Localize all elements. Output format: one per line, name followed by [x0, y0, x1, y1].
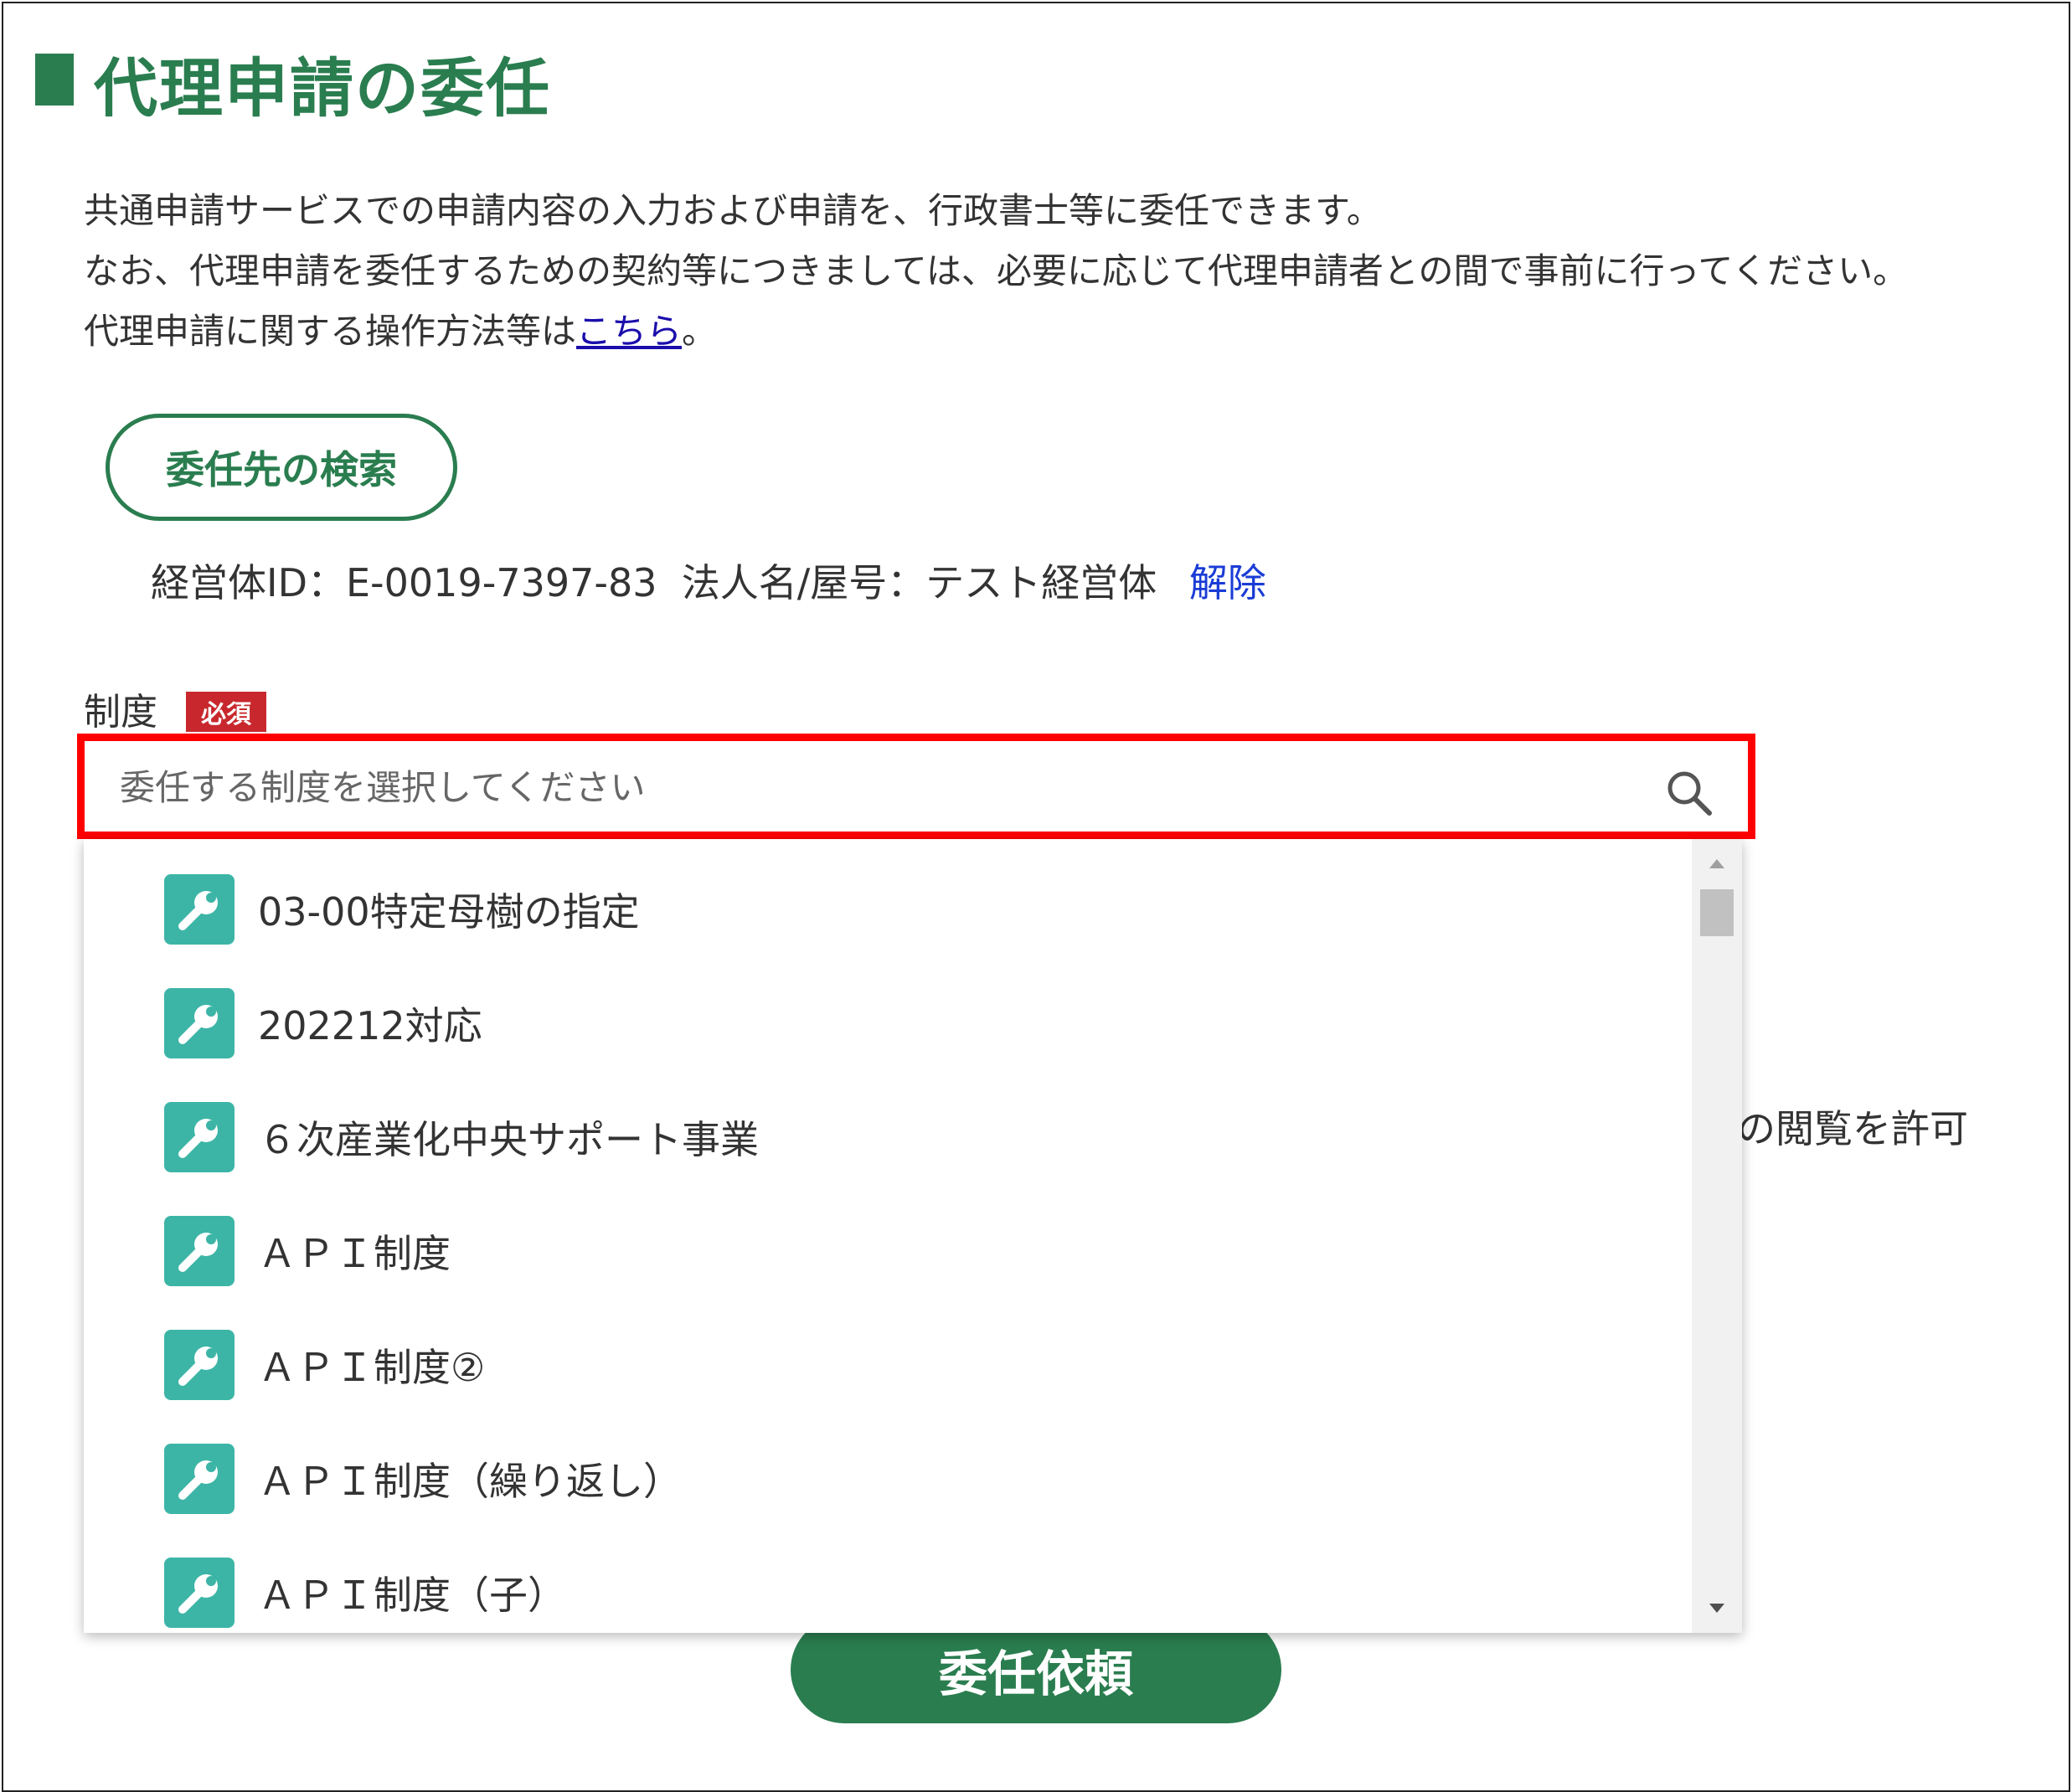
dropdown-item[interactable]: ６次産業化中央サポート事業	[84, 1080, 1692, 1194]
wrench-icon	[164, 1102, 235, 1172]
dropdown-list: 03-00特定母樹の指定 202212対応 ６次産業化中央サポート事業 ＡＰＩ制度 ＡＰ…	[84, 839, 1692, 1633]
title-marker	[35, 54, 74, 106]
seido-dropdown: 03-00特定母樹の指定 202212対応 ６次産業化中央サポート事業 ＡＰＩ制度 ＡＰ…	[84, 839, 1742, 1633]
wrench-icon	[164, 1558, 235, 1628]
help-line-suffix: 。	[682, 311, 718, 352]
scroll-down-arrow-icon[interactable]	[1692, 1596, 1742, 1621]
required-badge: 必須	[186, 692, 266, 732]
wrench-icon	[164, 988, 235, 1058]
selected-delegate-info: 経営体ID：E-0019-7397-83 法人名/屋号：テスト経営体	[151, 560, 1157, 605]
scroll-up-arrow-icon[interactable]	[1692, 851, 1742, 876]
seido-select[interactable]	[77, 734, 1755, 839]
help-line: 代理申請に関する操作方法等はこちら。	[84, 301, 1908, 362]
dropdown-item[interactable]: ＡＰＩ制度②	[84, 1308, 1692, 1422]
description: 共通申請サービスでの申請内容の入力および申請を、行政書士等に委任できます。 なお…	[84, 181, 1908, 362]
permission-text-partial: の閲覧を許可	[1737, 1106, 1968, 1151]
wrench-icon	[164, 1216, 235, 1286]
seido-label: 制度	[84, 691, 157, 734]
page-frame: 代理申請の委任 共通申請サービスでの申請内容の入力および申請を、行政書士等に委任…	[2, 2, 2070, 1792]
dropdown-item-label: ＡＰＩ制度（繰り返し）	[258, 1459, 682, 1504]
dropdown-item[interactable]: 202212対応	[84, 966, 1692, 1080]
dropdown-item[interactable]: 03-00特定母樹の指定	[84, 852, 1692, 966]
dropdown-item-label: 03-00特定母樹の指定	[258, 889, 640, 935]
selected-delegate: 経営体ID：E-0019-7397-83 法人名/屋号：テスト経営体 解除	[151, 553, 1266, 608]
help-link[interactable]: こちら	[576, 311, 682, 352]
dropdown-item-label: ＡＰＩ制度	[258, 1231, 451, 1276]
wrench-icon	[164, 874, 235, 945]
seido-search-input[interactable]	[118, 753, 1629, 821]
search-icon[interactable]	[1664, 768, 1714, 818]
dropdown-item-label: ６次産業化中央サポート事業	[258, 1117, 759, 1162]
dropdown-item-label: ＡＰＩ制度②	[258, 1345, 486, 1390]
dropdown-item-label: 202212対応	[258, 1003, 482, 1048]
dropdown-item-label: ＡＰＩ制度（子）	[258, 1573, 566, 1618]
dropdown-item[interactable]: ＡＰＩ制度（子）	[84, 1536, 1692, 1633]
help-line-prefix: 代理申請に関する操作方法等は	[84, 311, 577, 352]
dropdown-scrollbar[interactable]	[1692, 839, 1742, 1633]
delegate-search-button[interactable]: 委任先の検索	[106, 414, 457, 521]
wrench-icon	[164, 1330, 235, 1400]
wrench-icon	[164, 1444, 235, 1514]
release-link[interactable]: 解除	[1189, 560, 1266, 605]
dropdown-item[interactable]: ＡＰＩ制度	[84, 1194, 1692, 1308]
page-title: 代理申請の委任	[94, 51, 551, 126]
description-line-2: なお、代理申請を委任するための契約等につきましては、必要に応じて代理申請者との間…	[84, 250, 1909, 291]
dropdown-item[interactable]: ＡＰＩ制度（繰り返し）	[84, 1422, 1692, 1536]
scrollbar-thumb[interactable]	[1700, 889, 1734, 936]
description-line-1: 共通申請サービスでの申請内容の入力および申請を、行政書士等に委任できます。	[84, 190, 1382, 231]
